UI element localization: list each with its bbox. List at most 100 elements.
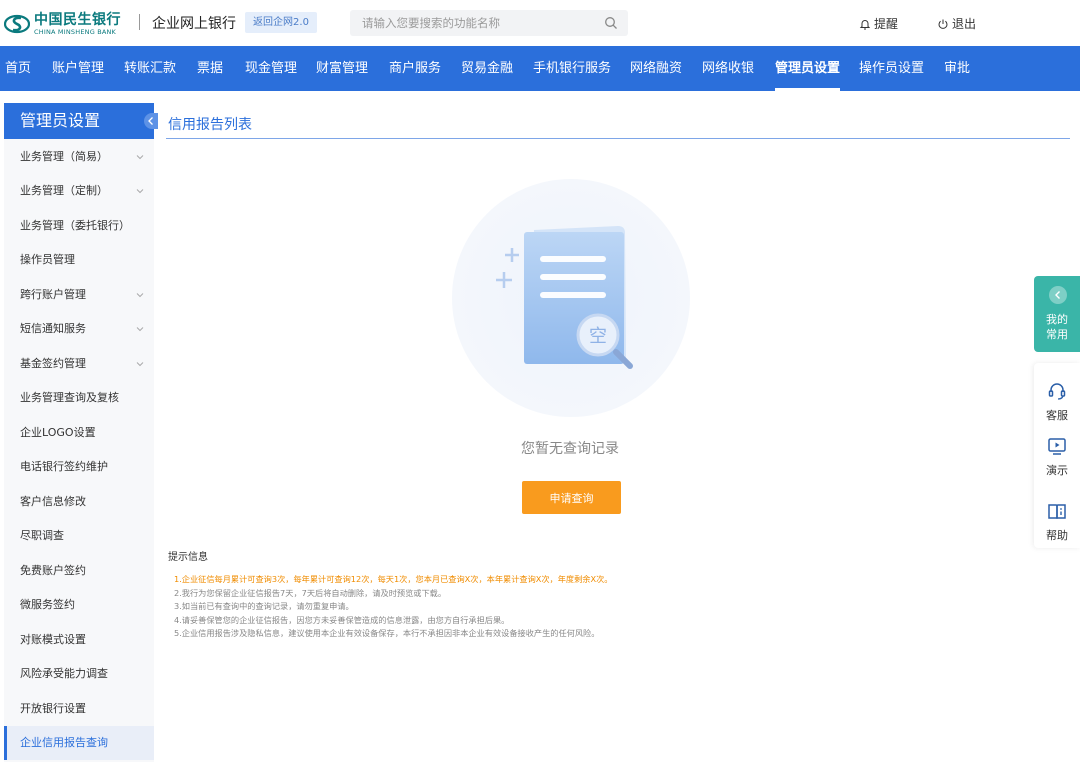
tip-item: 4.请妥善保管您的企业征信报告，因您方未妥善保管造成的信息泄露，由您方自行承担后… xyxy=(174,614,510,625)
sidebar-item-label: 业务管理（定制） xyxy=(20,184,108,197)
sidebar-item-reconcile[interactable]: 对账模式设置 xyxy=(4,623,154,657)
header-divider xyxy=(139,14,140,30)
tip-item: 5.企业信用报告涉及隐私信息，建议使用本企业有效设备保存，本行不承担因非本企业有… xyxy=(174,628,600,638)
sidebar-collapse-icon[interactable] xyxy=(144,113,158,129)
headset-icon xyxy=(1048,383,1066,400)
sidebar-item-label: 免费账户签约 xyxy=(20,564,86,577)
sidebar-item-label: 风险承受能力调查 xyxy=(20,667,108,680)
sidebar-item-biz-simple[interactable]: 业务管理（简易） xyxy=(4,140,154,174)
sidebar-title: 管理员设置 xyxy=(4,103,154,139)
sidebar-item-credit-report[interactable]: 企业信用报告查询 xyxy=(4,726,154,760)
chevron-down-icon xyxy=(136,189,144,194)
sidebar-item-label: 开放银行设置 xyxy=(20,702,86,715)
sidebar-item-label: 业务管理（简易） xyxy=(20,150,108,163)
top-header: 中国民生银行 CHINA MINSHENG BANK 企业网上银行 返回企网2.… xyxy=(0,0,1080,46)
sidebar-item-logo[interactable]: 企业LOGO设置 xyxy=(4,416,154,450)
play-screen-icon xyxy=(1048,438,1066,455)
sidebar: 管理员设置 业务管理（简易） 业务管理（定制） 业务管理（委托银行） 操作员管理… xyxy=(4,103,158,762)
empty-state-text: 您暂无查询记录 xyxy=(521,441,619,457)
service-label: 客服 xyxy=(1046,409,1068,422)
nav-item-cash[interactable]: 现金管理 xyxy=(245,46,297,91)
logout-label: 退出 xyxy=(952,17,977,31)
sidebar-item-label: 尽职调查 xyxy=(20,529,64,542)
nav-item-merchant[interactable]: 商户服务 xyxy=(389,46,441,91)
empty-glyph: 空 xyxy=(589,326,607,347)
apply-query-button[interactable]: 申请查询 xyxy=(522,481,621,514)
sidebar-item-interbank[interactable]: 跨行账户管理 xyxy=(4,278,154,312)
sidebar-item-free-account[interactable]: 免费账户签约 xyxy=(4,554,154,588)
nav-item-wealth[interactable]: 财富管理 xyxy=(316,46,368,91)
tips-title: 提示信息 xyxy=(168,552,208,563)
my-favorites-button[interactable]: 我的 常用 xyxy=(1034,276,1080,352)
main-nav: 首页 账户管理 转账汇款 票据 现金管理 财富管理 商户服务 贸易金融 手机银行… xyxy=(0,46,1080,91)
search-input[interactable] xyxy=(362,10,602,36)
sidebar-item-sms[interactable]: 短信通知服务 xyxy=(4,312,154,346)
nav-item-account[interactable]: 账户管理 xyxy=(52,46,104,91)
empty-illustration: 空 xyxy=(450,178,692,418)
sidebar-item-open-bank[interactable]: 开放银行设置 xyxy=(4,692,154,726)
tips-list: 1.企业征信每月累计可查询3次，每年累计可查询12次，每天1次，您本月已查询X次… xyxy=(174,573,754,641)
app-title: 企业网上银行 xyxy=(152,16,236,32)
power-icon xyxy=(938,19,948,29)
chevron-down-icon xyxy=(136,327,144,332)
tip-item: 3.如当前已有查询中的查询记录，请勿重复申请。 xyxy=(174,601,354,611)
remind-button[interactable]: 提醒 xyxy=(859,15,898,32)
bank-logo[interactable]: 中国民生银行 CHINA MINSHENG BANK xyxy=(3,10,121,38)
bell-icon xyxy=(859,19,871,29)
customer-service-button[interactable]: 客服 xyxy=(1034,371,1080,422)
sidebar-item-label: 企业信用报告查询 xyxy=(20,736,108,749)
nav-item-financing[interactable]: 网络融资 xyxy=(630,46,682,91)
logo-en-text: CHINA MINSHENG BANK xyxy=(34,27,117,36)
nav-item-operator[interactable]: 操作员设置 xyxy=(859,46,924,91)
nav-item-mobile[interactable]: 手机银行服务 xyxy=(533,46,611,91)
sidebar-item-operator-mgmt[interactable]: 操作员管理 xyxy=(4,243,154,277)
demo-label: 演示 xyxy=(1046,464,1068,477)
nav-item-cashier[interactable]: 网络收银 xyxy=(702,46,754,91)
page-title: 信用报告列表 xyxy=(168,117,252,133)
help-button[interactable]: 帮助 xyxy=(1034,491,1080,542)
sidebar-item-label: 企业LOGO设置 xyxy=(20,426,96,439)
logout-button[interactable]: 退出 xyxy=(937,15,976,32)
sidebar-item-label: 微服务签约 xyxy=(20,598,75,611)
sidebar-item-risk[interactable]: 风险承受能力调查 xyxy=(4,657,154,691)
remind-label: 提醒 xyxy=(874,17,899,31)
nav-item-approval[interactable]: 审批 xyxy=(944,46,970,91)
sidebar-item-label: 操作员管理 xyxy=(20,253,75,266)
sidebar-item-micro-service[interactable]: 微服务签约 xyxy=(4,588,154,622)
nav-item-admin[interactable]: 管理员设置 xyxy=(775,46,841,91)
sidebar-item-label: 电话银行签约维护 xyxy=(20,460,108,473)
nav-item-transfer[interactable]: 转账汇款 xyxy=(124,46,176,91)
sidebar-item-label: 基金签约管理 xyxy=(20,357,86,370)
nav-item-bills[interactable]: 票据 xyxy=(197,46,223,91)
logo-cn-text: 中国民生银行 xyxy=(34,11,121,28)
sidebar-item-label: 短信通知服务 xyxy=(20,322,86,335)
sidebar-item-label: 业务管理查询及复核 xyxy=(20,391,119,404)
chevron-left-icon xyxy=(1049,286,1067,304)
sidebar-item-due-diligence[interactable]: 尽职调查 xyxy=(4,519,154,553)
chevron-down-icon xyxy=(136,155,144,160)
demo-button[interactable]: 演示 xyxy=(1034,426,1080,477)
book-help-icon xyxy=(1048,504,1066,519)
sidebar-item-fund[interactable]: 基金签约管理 xyxy=(4,347,154,381)
tip-item: 1.企业征信每月累计可查询3次，每年累计可查询12次，每天1次，您本月已查询X次… xyxy=(174,574,613,584)
chevron-down-icon xyxy=(136,362,144,367)
search-icon[interactable] xyxy=(604,16,618,30)
sidebar-item-biz-entrust[interactable]: 业务管理（委托银行） xyxy=(4,209,154,243)
sidebar-item-label: 业务管理（委托银行） xyxy=(20,219,130,232)
tip-item: 2.我行为您保留企业征信报告7天，7天后将自动删除，请及时预览或下载。 xyxy=(174,587,447,598)
fav-label-1: 我的 xyxy=(1046,313,1068,326)
sidebar-item-customer-info[interactable]: 客户信息修改 xyxy=(4,485,154,519)
sidebar-item-label: 跨行账户管理 xyxy=(20,288,86,301)
sidebar-item-label: 客户信息修改 xyxy=(20,495,86,508)
bank-logo-mark-icon xyxy=(3,11,31,37)
nav-item-home[interactable]: 首页 xyxy=(5,46,31,91)
title-underline xyxy=(166,138,1070,139)
return-v2-button[interactable]: 返回企网2.0 xyxy=(245,12,317,33)
help-label: 帮助 xyxy=(1046,529,1068,542)
fav-label-2: 常用 xyxy=(1046,328,1068,341)
search-box xyxy=(350,10,628,36)
sidebar-item-phone-bank[interactable]: 电话银行签约维护 xyxy=(4,450,154,484)
sidebar-item-biz-query[interactable]: 业务管理查询及复核 xyxy=(4,381,154,415)
nav-item-trade[interactable]: 贸易金融 xyxy=(461,46,513,91)
sidebar-item-biz-custom[interactable]: 业务管理（定制） xyxy=(4,174,154,208)
